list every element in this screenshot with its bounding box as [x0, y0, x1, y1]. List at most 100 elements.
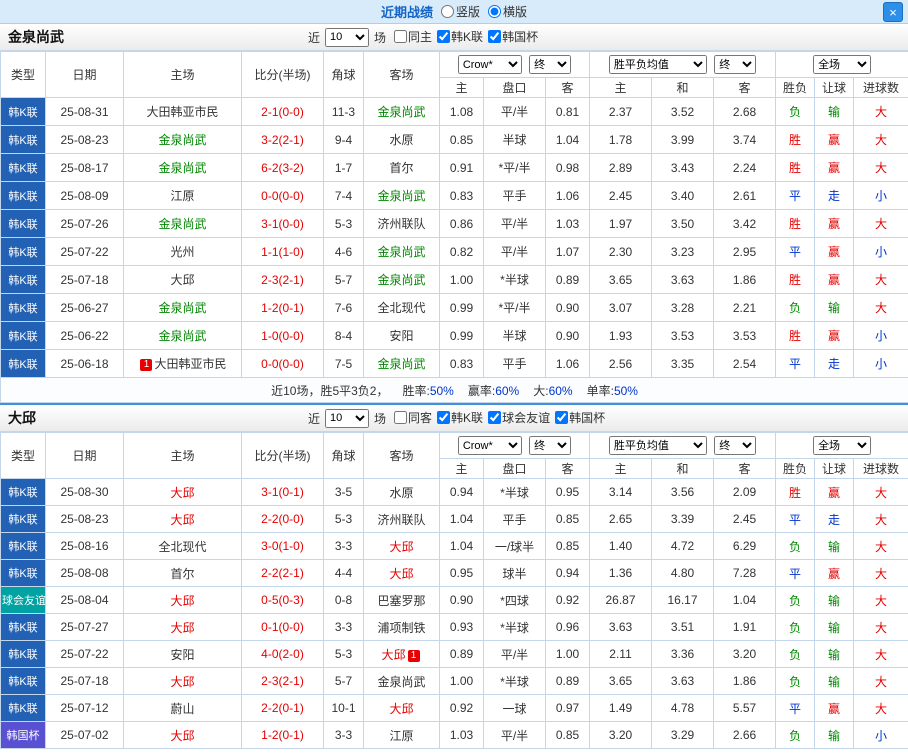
odds-line-cell: 球半: [483, 559, 546, 587]
odds-line-cell: 一球: [483, 694, 546, 722]
result-handicap-cell: 赢: [814, 559, 855, 587]
team-name-text: 安阳: [389, 329, 414, 343]
home-team-cell: 蔚山: [123, 694, 242, 722]
col-header-avg-home: 主: [589, 458, 653, 479]
close-button[interactable]: ×: [883, 2, 903, 22]
team-name-text: 江原: [170, 189, 195, 203]
filter-checkbox[interactable]: 韩国杯: [488, 28, 538, 45]
odds-line-cell: *半球: [483, 667, 546, 695]
result-wdl-cell: 负: [775, 97, 816, 126]
result-wdl-cell: 负: [775, 640, 816, 668]
score-cell: 3-0(1-0): [241, 532, 324, 560]
avg-home-cell: 1.49: [589, 694, 653, 722]
team-name-text: 蔚山: [170, 701, 195, 716]
team-name-text: 全北现代: [158, 539, 207, 554]
corners-cell: 5-7: [323, 265, 364, 294]
result-goals-cell: 大: [853, 694, 908, 722]
filter-checkbox[interactable]: 球会友谊: [488, 409, 550, 426]
scope-select[interactable]: 全场: [813, 55, 872, 74]
avg-final-select[interactable]: 终: [714, 55, 757, 74]
match-row: 韩K联 25-08-31 大田韩亚市民 2-1(0-0) 11-3 金泉尚武 1.08 平/半…: [0, 97, 908, 126]
home-team-cell: 大邱: [123, 586, 242, 614]
away-team-cell: 金泉尚武: [363, 349, 440, 378]
filter-checkbox[interactable]: 韩国杯: [555, 409, 605, 426]
layout-option-horizontal[interactable]: 横版: [488, 3, 527, 20]
away-team-cell: 金泉尚武: [363, 97, 440, 126]
near-label: 近: [308, 411, 321, 426]
horizontal-radio[interactable]: [488, 5, 501, 18]
odds-line-cell: *半球: [483, 613, 546, 641]
filter-checkbox[interactable]: 韩K联: [437, 409, 483, 426]
score-cell: 1-2(0-1): [241, 721, 324, 749]
filter-checkbox[interactable]: 同主: [394, 28, 432, 45]
result-goals-cell: 大: [853, 153, 908, 182]
score-cell: 3-1(0-1): [241, 478, 324, 506]
checkbox-input[interactable]: [555, 411, 569, 424]
layout-option-vertical[interactable]: 竖版: [440, 3, 480, 20]
checkbox-input[interactable]: [488, 30, 502, 43]
team-name-text: 光州: [170, 245, 195, 259]
avg-away-cell: 5.57: [713, 694, 777, 722]
team-name-text: 大田韩亚市民: [154, 357, 227, 371]
result-goals-cell: 大: [853, 478, 908, 506]
team-header-bar: 金泉尚武 近 10 场 同主 韩K联 韩国杯: [0, 24, 908, 51]
checkbox-input[interactable]: [437, 411, 451, 424]
summary-stat-label: 大:: [533, 383, 549, 398]
scope-select[interactable]: 全场: [813, 436, 872, 455]
result-goals-cell: 大: [853, 209, 908, 238]
filter-checkbox[interactable]: 韩K联: [437, 28, 483, 45]
summary-stat-label: 赢率:: [467, 383, 496, 398]
score-cell: 2-1(0-0): [241, 97, 324, 126]
summary-stat-label: 单率:: [586, 383, 614, 398]
avg-away-cell: 1.04: [713, 586, 777, 614]
team-name-text: 金泉尚武: [377, 245, 426, 259]
away-team-cell: 金泉尚武: [363, 667, 440, 695]
date-cell: 25-07-22: [45, 237, 124, 266]
scope-select-cell: 全场: [775, 432, 908, 459]
odds-final-select[interactable]: 终: [529, 436, 572, 455]
score-cell: 2-2(0-0): [241, 505, 324, 533]
corners-cell: 9-4: [323, 125, 364, 154]
avg-final-select[interactable]: 终: [714, 436, 757, 455]
matches-body: 韩K联 25-08-30 大邱 3-1(0-1) 3-5 水原 0.94 *半球 0.95 3.1…: [0, 478, 908, 749]
odds-line-cell: 平/半: [483, 237, 546, 266]
score-cell: 3-1(0-0): [241, 209, 324, 238]
avg-source-select[interactable]: 胜平负均值: [608, 55, 707, 74]
checkbox-input[interactable]: [394, 411, 408, 424]
away-team-cell: 大邱 1: [363, 640, 440, 668]
date-cell: 25-06-22: [45, 321, 124, 350]
vertical-radio[interactable]: [440, 5, 454, 18]
away-team-cell: 金泉尚武: [363, 265, 440, 294]
odds-source-select[interactable]: Crow*: [457, 55, 522, 74]
result-handicap-cell: 赢: [814, 265, 855, 294]
team-name-text: 首尔: [389, 161, 414, 175]
col-header-corner: 角球: [323, 432, 364, 479]
col-header-result-goals: 进球数: [853, 77, 908, 98]
avg-draw-cell: 3.99: [651, 125, 715, 154]
avg-home-cell: 2.37: [589, 97, 653, 126]
team-name-text: 巴塞罗那: [377, 593, 426, 608]
away-team-cell: 金泉尚武: [363, 181, 440, 210]
result-handicap-cell: 赢: [814, 209, 855, 238]
home-team-cell: 大邱: [123, 265, 242, 294]
odds-final-select[interactable]: 终: [529, 55, 572, 74]
date-cell: 25-08-23: [45, 505, 124, 533]
odds-line-cell: 平/半: [483, 640, 546, 668]
odds-line-cell: *平/半: [483, 293, 546, 322]
filter-checkbox[interactable]: 同客: [394, 409, 432, 426]
match-count-select[interactable]: 10: [325, 27, 370, 47]
checkbox-input[interactable]: [488, 411, 502, 424]
avg-draw-cell: 3.36: [651, 640, 715, 668]
col-header-odds-line: 盘口: [483, 77, 546, 98]
match-count-select[interactable]: 10: [325, 408, 370, 428]
checkbox-input[interactable]: [394, 30, 408, 43]
result-goals-cell: 大: [853, 293, 908, 322]
odds-source-select[interactable]: Crow*: [457, 436, 522, 455]
result-wdl-cell: 平: [775, 237, 816, 266]
odds-away-cell: 0.95: [544, 478, 591, 506]
checkbox-input[interactable]: [437, 30, 451, 43]
odds-home-cell: 0.89: [439, 640, 484, 668]
league-cell: 韩K联: [0, 265, 46, 294]
avg-source-select[interactable]: 胜平负均值: [608, 436, 707, 455]
odds-home-cell: 0.95: [439, 559, 484, 587]
